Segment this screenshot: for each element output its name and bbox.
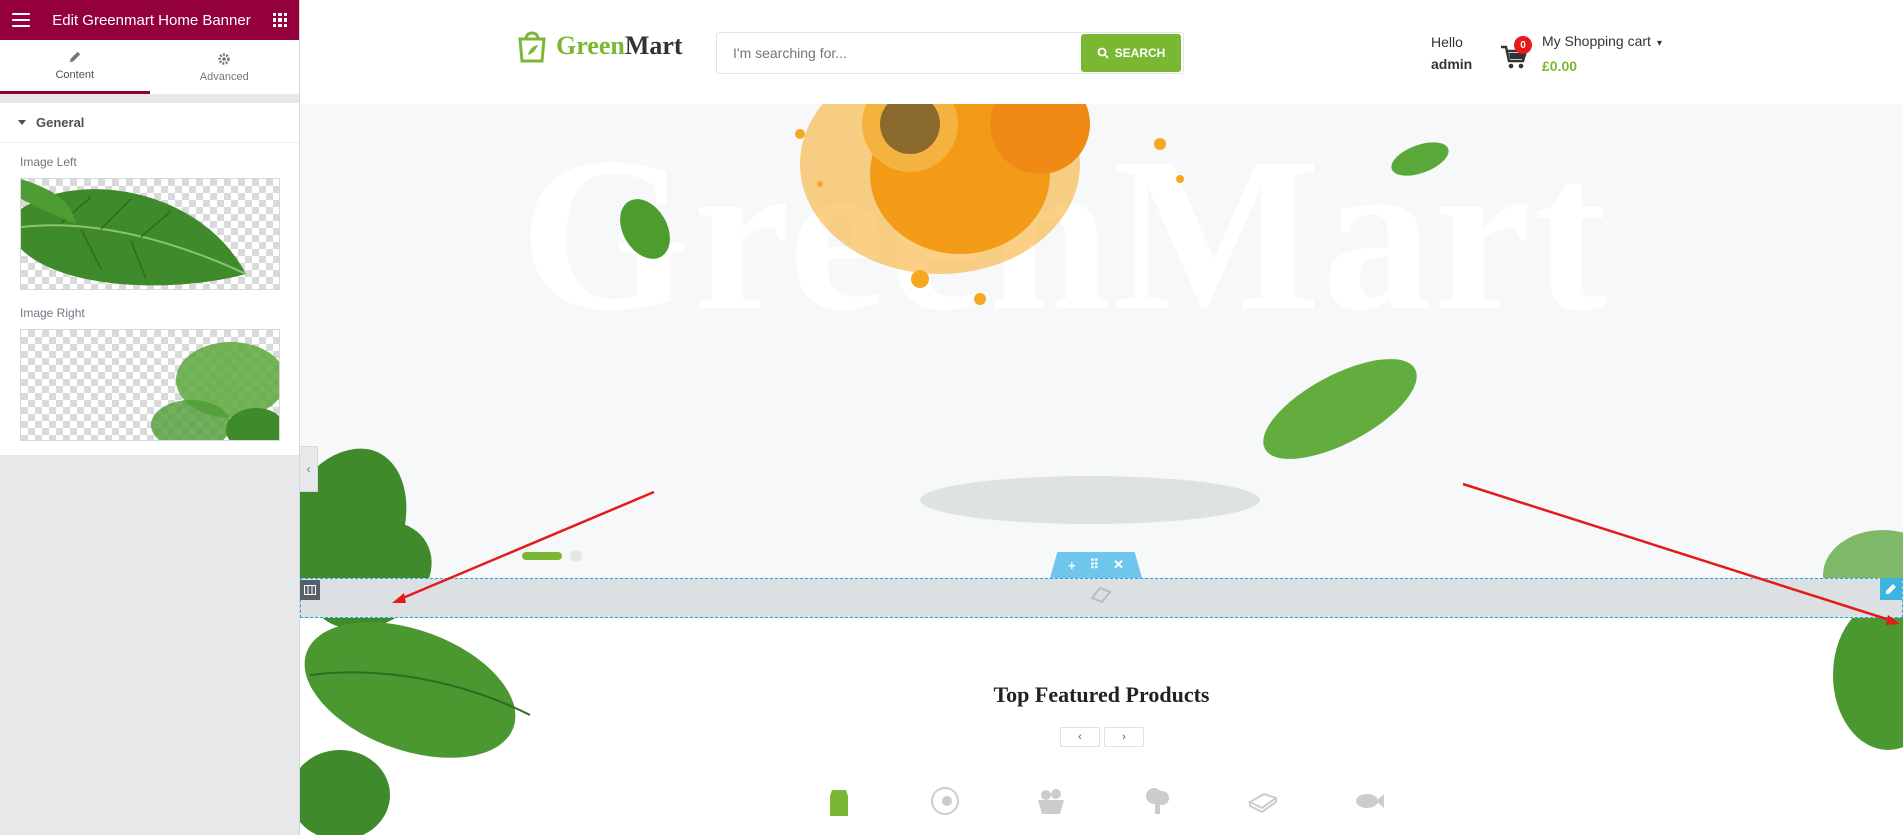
leaf-image [151, 342, 279, 440]
search-bar: SEARCH [716, 32, 1184, 74]
milk-carton-icon[interactable] [822, 784, 856, 818]
shopping-bag-logo-icon [518, 31, 546, 63]
logo-text-green: Green [556, 31, 625, 60]
panel-tabs: Content Advanced [0, 40, 299, 95]
leaf-image [21, 179, 247, 286]
tab-advanced-label: Advanced [199, 70, 249, 83]
gear-icon [218, 52, 230, 65]
widget-placeholder-icon [1090, 586, 1112, 604]
next-button[interactable]: › [1104, 727, 1144, 747]
search-input[interactable] [717, 33, 1081, 73]
featured-title-rest: Products [1120, 682, 1210, 707]
section-general[interactable]: General [0, 103, 299, 143]
panel-body: General Image Left Image Right [0, 103, 299, 455]
drag-section-icon[interactable]: ⠿ [1090, 557, 1100, 573]
section-title: General [36, 115, 85, 130]
column-edit-icon[interactable] [300, 580, 320, 600]
logo-text-dark: Mart [624, 31, 683, 60]
cart-icon: 0 [1500, 36, 1532, 74]
widgets-grid-icon[interactable] [272, 13, 287, 27]
slider-dot[interactable] [570, 550, 582, 562]
control-label: Image Left [20, 155, 77, 169]
menu-icon[interactable] [12, 13, 30, 27]
egg-icon[interactable] [928, 784, 962, 818]
fish-icon[interactable] [1352, 784, 1386, 818]
site-preview: GreenMart GreenMart I'm searching for...… [300, 0, 1903, 835]
site-header: GreenMart SEARCH Hello admin 0 My Shoppi… [300, 0, 1903, 104]
cart-amount: £0.00 [1542, 58, 1578, 74]
banner-artwork [300, 104, 1449, 584]
vegetable-basket-icon[interactable] [1034, 784, 1068, 818]
widget-edit-pencil-icon[interactable] [1880, 578, 1902, 600]
delete-section-icon[interactable]: ✕ [1113, 557, 1124, 573]
collapse-panel-button[interactable]: ‹ [300, 446, 318, 492]
site-logo[interactable]: GreenMart [516, 29, 683, 63]
search-icon [1097, 47, 1109, 59]
cart-label: My Shopping cart [1542, 33, 1651, 49]
panel-title: Edit Greenmart Home Banner [52, 11, 251, 29]
chevron-down-icon: ▾ [1656, 38, 1662, 49]
greeting-hello: Hello [1431, 34, 1463, 50]
bread-icon[interactable] [1246, 784, 1280, 818]
caret-down-icon [18, 120, 26, 125]
account-greeting[interactable]: Hello admin [1431, 31, 1472, 75]
featured-title-bold: Top Featured [993, 682, 1121, 707]
search-button-label: SEARCH [1114, 46, 1166, 60]
category-icons [822, 784, 1386, 818]
cart-text: My Shopping cart ▾ £0.00 [1542, 30, 1662, 77]
add-section-icon[interactable]: + [1068, 558, 1076, 573]
greeting-user: admin [1431, 56, 1473, 72]
control-label: Image Right [20, 306, 85, 320]
tab-content-label: Content [55, 69, 95, 81]
pencil-icon [69, 51, 80, 63]
home-banner: GreenMart [300, 104, 1903, 584]
mini-cart[interactable]: 0 My Shopping cart ▾ £0.00 [1500, 30, 1662, 77]
image-right-picker[interactable] [20, 329, 280, 441]
tab-content[interactable]: Content [0, 40, 150, 94]
control-image-left: Image Left [0, 143, 299, 294]
control-image-right: Image Right [0, 294, 299, 455]
tab-advanced[interactable]: Advanced [150, 40, 300, 94]
editor-panel: Edit Greenmart Home Banner Content Advan… [0, 0, 300, 835]
image-left-picker[interactable] [20, 178, 280, 290]
left-leaves [300, 520, 531, 835]
section-handle[interactable]: + ⠿ ✕ [1050, 552, 1142, 578]
search-button[interactable]: SEARCH [1081, 34, 1181, 72]
right-leaves [1823, 530, 1903, 750]
featured-nav: ‹ › [1060, 727, 1144, 747]
broccoli-icon[interactable] [1140, 784, 1174, 818]
panel-header: Edit Greenmart Home Banner [0, 0, 299, 40]
prev-button[interactable]: ‹ [1060, 727, 1100, 747]
cart-count-badge: 0 [1514, 36, 1532, 54]
